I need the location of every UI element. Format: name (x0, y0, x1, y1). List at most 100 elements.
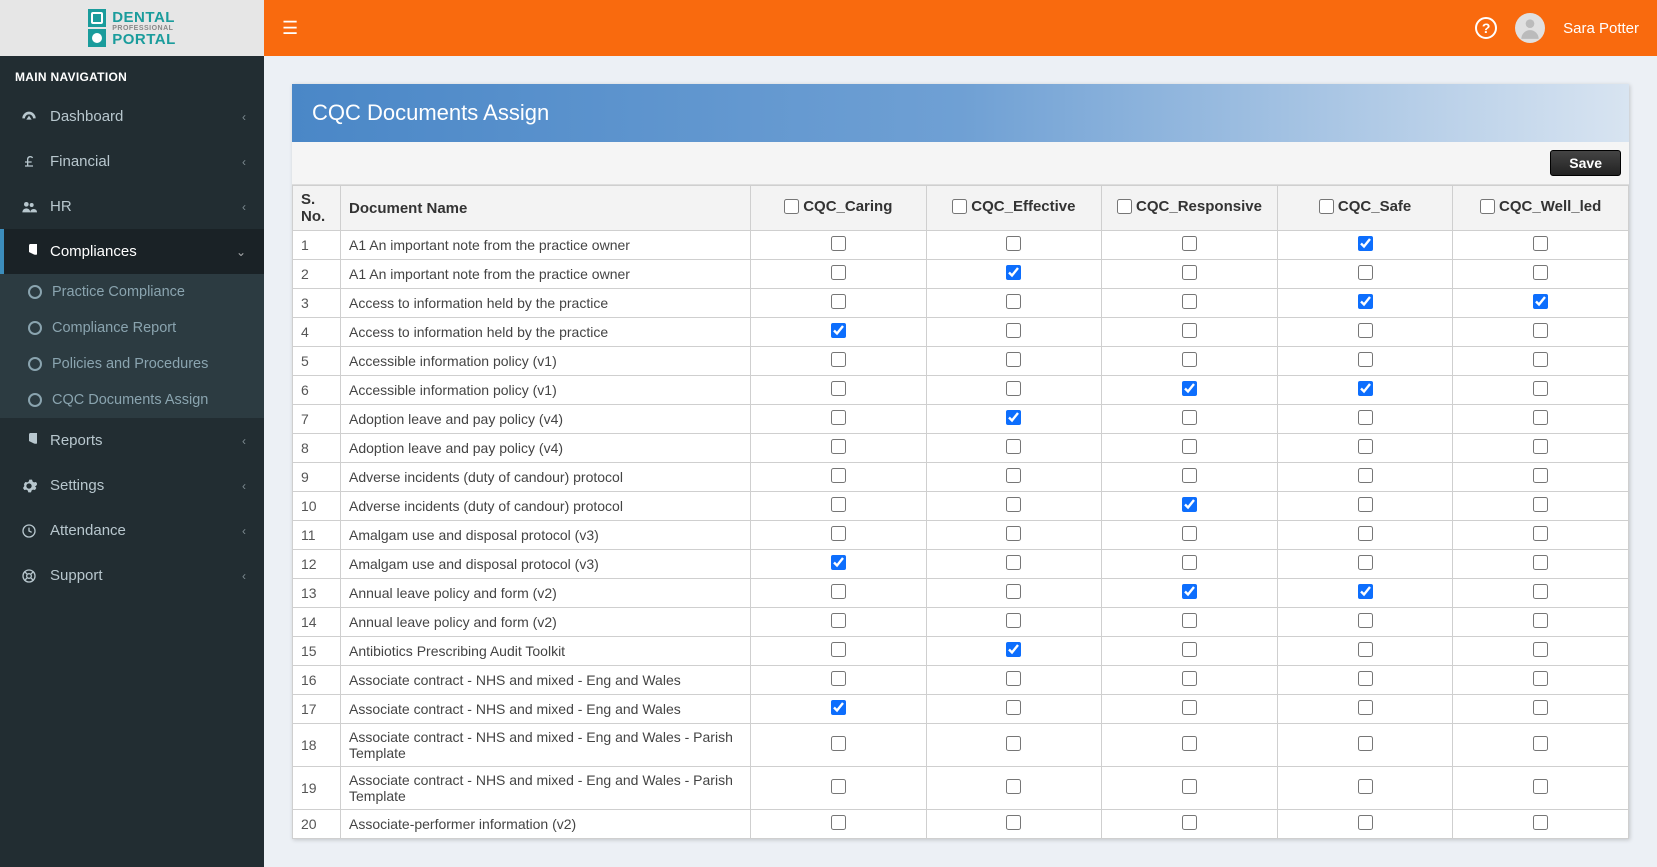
row-checkbox[interactable] (831, 352, 846, 367)
sidebar-item-settings[interactable]: Settings‹ (0, 463, 264, 508)
row-checkbox[interactable] (831, 236, 846, 251)
sidebar-link[interactable]: Reports‹ (0, 418, 264, 463)
sidebar-subitem[interactable]: Compliance Report (0, 310, 264, 346)
row-checkbox[interactable] (1533, 323, 1548, 338)
select-all-cqc_well_led[interactable] (1480, 199, 1495, 214)
row-checkbox[interactable] (1182, 671, 1197, 686)
sidebar-subitem[interactable]: Practice Compliance (0, 274, 264, 310)
row-checkbox[interactable] (1182, 381, 1197, 396)
row-checkbox[interactable] (1182, 265, 1197, 280)
row-checkbox[interactable] (1006, 700, 1021, 715)
row-checkbox[interactable] (1182, 497, 1197, 512)
row-checkbox[interactable] (1533, 497, 1548, 512)
row-checkbox[interactable] (1358, 352, 1373, 367)
row-checkbox[interactable] (1358, 439, 1373, 454)
row-checkbox[interactable] (1358, 236, 1373, 251)
row-checkbox[interactable] (1358, 323, 1373, 338)
sidebar-sublink[interactable]: Policies and Procedures (0, 346, 264, 382)
row-checkbox[interactable] (1358, 642, 1373, 657)
row-checkbox[interactable] (831, 642, 846, 657)
row-checkbox[interactable] (1533, 439, 1548, 454)
sidebar-sublink[interactable]: Compliance Report (0, 310, 264, 346)
row-checkbox[interactable] (1006, 613, 1021, 628)
row-checkbox[interactable] (1358, 294, 1373, 309)
sidebar-link[interactable]: HR‹ (0, 184, 264, 229)
row-checkbox[interactable] (1358, 497, 1373, 512)
user-name[interactable]: Sara Potter (1563, 20, 1639, 37)
avatar[interactable] (1515, 13, 1545, 43)
row-checkbox[interactable] (1533, 265, 1548, 280)
row-checkbox[interactable] (831, 526, 846, 541)
row-checkbox[interactable] (831, 700, 846, 715)
sidebar-item-reports[interactable]: Reports‹ (0, 418, 264, 463)
row-checkbox[interactable] (1358, 584, 1373, 599)
row-checkbox[interactable] (1182, 642, 1197, 657)
row-checkbox[interactable] (1006, 323, 1021, 338)
sidebar-link[interactable]: Settings‹ (0, 463, 264, 508)
row-checkbox[interactable] (831, 555, 846, 570)
row-checkbox[interactable] (1358, 410, 1373, 425)
row-checkbox[interactable] (1358, 381, 1373, 396)
row-checkbox[interactable] (1006, 294, 1021, 309)
sidebar-item-financial[interactable]: Financial‹ (0, 139, 264, 184)
row-checkbox[interactable] (831, 381, 846, 396)
row-checkbox[interactable] (1182, 555, 1197, 570)
row-checkbox[interactable] (1358, 265, 1373, 280)
row-checkbox[interactable] (1182, 736, 1197, 751)
row-checkbox[interactable] (1533, 555, 1548, 570)
sidebar-link[interactable]: Financial‹ (0, 139, 264, 184)
row-checkbox[interactable] (1006, 352, 1021, 367)
row-checkbox[interactable] (1358, 671, 1373, 686)
row-checkbox[interactable] (1358, 555, 1373, 570)
sidebar-item-compliances[interactable]: Compliances⌄Practice ComplianceComplianc… (0, 229, 264, 418)
select-all-cqc_effective[interactable] (952, 199, 967, 214)
select-all-cqc_safe[interactable] (1319, 199, 1334, 214)
row-checkbox[interactable] (1006, 265, 1021, 280)
row-checkbox[interactable] (1006, 584, 1021, 599)
sidebar-item-dashboard[interactable]: Dashboard‹ (0, 94, 264, 139)
row-checkbox[interactable] (831, 736, 846, 751)
row-checkbox[interactable] (831, 584, 846, 599)
save-button[interactable]: Save (1550, 150, 1621, 176)
row-checkbox[interactable] (1533, 410, 1548, 425)
row-checkbox[interactable] (831, 671, 846, 686)
row-checkbox[interactable] (1006, 497, 1021, 512)
row-checkbox[interactable] (1533, 584, 1548, 599)
sidebar-subitem[interactable]: Policies and Procedures (0, 346, 264, 382)
row-checkbox[interactable] (1182, 584, 1197, 599)
row-checkbox[interactable] (831, 294, 846, 309)
row-checkbox[interactable] (1533, 236, 1548, 251)
sidebar-link[interactable]: Compliances⌄ (0, 229, 264, 274)
sidebar-sublink[interactable]: Practice Compliance (0, 274, 264, 310)
sidebar-link[interactable]: Support‹ (0, 553, 264, 598)
row-checkbox[interactable] (1533, 294, 1548, 309)
select-all-cqc_responsive[interactable] (1117, 199, 1132, 214)
row-checkbox[interactable] (1358, 736, 1373, 751)
row-checkbox[interactable] (1182, 468, 1197, 483)
row-checkbox[interactable] (1182, 236, 1197, 251)
row-checkbox[interactable] (1182, 526, 1197, 541)
row-checkbox[interactable] (1533, 352, 1548, 367)
row-checkbox[interactable] (1006, 526, 1021, 541)
row-checkbox[interactable] (1533, 736, 1548, 751)
row-checkbox[interactable] (1533, 671, 1548, 686)
row-checkbox[interactable] (1533, 700, 1548, 715)
row-checkbox[interactable] (1533, 526, 1548, 541)
row-checkbox[interactable] (1006, 671, 1021, 686)
row-checkbox[interactable] (1006, 439, 1021, 454)
row-checkbox[interactable] (831, 613, 846, 628)
row-checkbox[interactable] (1006, 236, 1021, 251)
row-checkbox[interactable] (1533, 381, 1548, 396)
hamburger-icon[interactable]: ☰ (282, 18, 298, 39)
row-checkbox[interactable] (1358, 815, 1373, 830)
row-checkbox[interactable] (1533, 779, 1548, 794)
help-icon[interactable]: ? (1475, 17, 1497, 39)
logo[interactable]: DENTAL PROFESSIONAL PORTAL (0, 0, 264, 56)
sidebar-sublink[interactable]: CQC Documents Assign (0, 382, 264, 418)
sidebar-item-attendance[interactable]: Attendance‹ (0, 508, 264, 553)
row-checkbox[interactable] (1182, 410, 1197, 425)
row-checkbox[interactable] (1182, 323, 1197, 338)
select-all-cqc_caring[interactable] (784, 199, 799, 214)
row-checkbox[interactable] (1006, 642, 1021, 657)
row-checkbox[interactable] (1533, 815, 1548, 830)
